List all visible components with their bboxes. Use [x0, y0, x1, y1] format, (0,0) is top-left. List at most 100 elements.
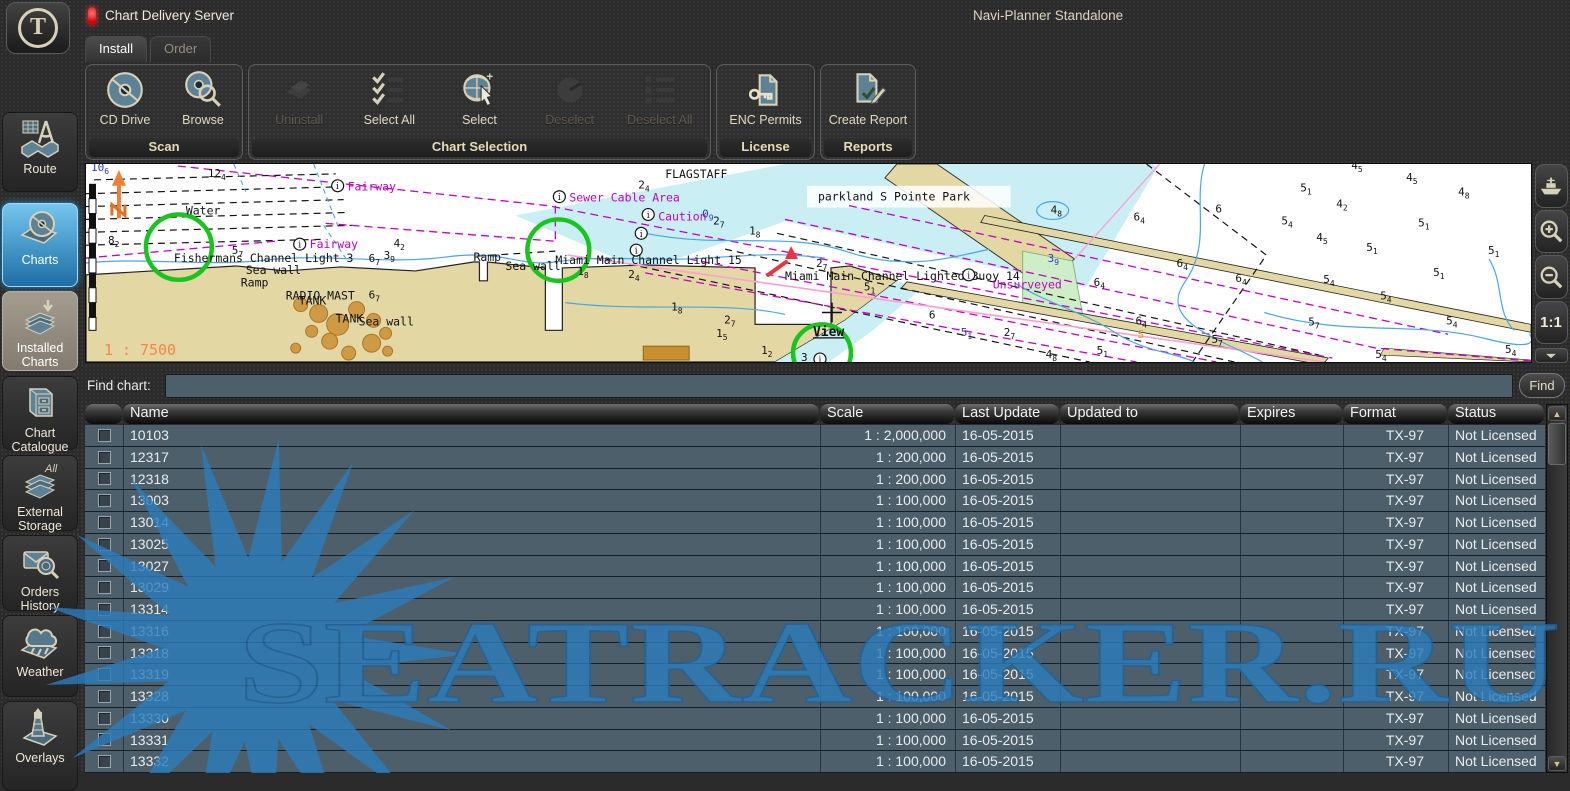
column-header-status[interactable]: Status	[1448, 404, 1544, 424]
column-header-scale[interactable]: Scale	[820, 404, 954, 424]
button-label: Deselect All	[620, 113, 700, 127]
column-header-updated-to[interactable]: Updated to	[1060, 404, 1239, 424]
find-chart-input[interactable]	[165, 374, 1513, 398]
table-row[interactable]: 123181 : 200,00016-05-2015TX-97Not Licen…	[85, 469, 1545, 491]
table-row[interactable]: 130141 : 100,00016-05-2015TX-97Not Licen…	[85, 512, 1545, 534]
ribbon-buttons: ENC Permits	[717, 65, 814, 138]
overlays-icon	[3, 705, 77, 751]
deselect-icon	[530, 68, 610, 112]
sidebar-item-overlays[interactable]: Overlays	[2, 701, 78, 791]
name-cell: 13029	[123, 577, 820, 598]
name-cell: 13027	[123, 556, 820, 577]
last-update-cell: 16-05-2015	[955, 469, 1060, 490]
sidebar-item-label: Charts	[3, 253, 77, 267]
table-row[interactable]: 133301 : 100,00016-05-2015TX-97Not Licen…	[85, 708, 1545, 730]
table-row[interactable]: 130031 : 100,00016-05-2015TX-97Not Licen…	[85, 490, 1545, 512]
sidebar-item-installed-charts[interactable]: Installed Charts	[2, 291, 78, 371]
depth-sounding: 6	[929, 308, 936, 321]
create-report-icon	[828, 68, 908, 112]
select-all-button[interactable]: Select All	[349, 68, 429, 127]
table-row[interactable]: 101031 : 2,000,00016-05-2015TX-97Not Lic…	[85, 425, 1545, 447]
tab-install[interactable]: Install	[85, 36, 147, 62]
row-checkbox[interactable]	[98, 625, 111, 638]
expires-cell	[1240, 512, 1343, 533]
map-label: Sewer Cable Area	[569, 191, 680, 205]
zoom-out-button[interactable]	[1535, 255, 1568, 299]
row-checkbox[interactable]	[98, 451, 111, 464]
row-checkbox[interactable]	[98, 712, 111, 725]
row-checkbox[interactable]	[98, 559, 111, 572]
cd-drive-button[interactable]: CD Drive	[86, 68, 164, 127]
chart-preview[interactable]: FairwayFairwaySewer Cable AreaCautionWat…	[85, 163, 1532, 363]
ribbon-group-chart-selection: UninstallSelect All+SelectDeselectDesele…	[248, 64, 711, 160]
table-row[interactable]: 133161 : 100,00016-05-2015TX-97Not Licen…	[85, 621, 1545, 643]
sidebar-item-orders-history[interactable]: Orders History	[2, 535, 78, 611]
table-row[interactable]: 133191 : 100,00016-05-2015TX-97Not Licen…	[85, 664, 1545, 686]
window-title: Chart Delivery Server	[105, 8, 234, 23]
tab-order[interactable]: Order	[150, 36, 211, 62]
updated-to-cell	[1060, 664, 1240, 685]
table-row[interactable]: 130291 : 100,00016-05-2015TX-97Not Licen…	[85, 577, 1545, 599]
enc-permits-icon	[726, 68, 806, 112]
column-header-last-update[interactable]: Last Update	[955, 404, 1059, 424]
table-scrollbar[interactable]: ▲ ▼	[1546, 404, 1568, 773]
row-checkbox[interactable]	[98, 690, 111, 703]
row-checkbox[interactable]	[98, 581, 111, 594]
enc-permits-button[interactable]: ENC Permits	[726, 68, 806, 127]
format-cell: TX-97	[1343, 425, 1448, 446]
column-header-expires[interactable]: Expires	[1240, 404, 1342, 424]
row-checkbox[interactable]	[98, 755, 111, 768]
format-cell: TX-97	[1343, 643, 1448, 664]
find-button[interactable]: Find	[1519, 373, 1565, 398]
scroll-thumb[interactable]	[1548, 423, 1566, 465]
name-cell: 13331	[123, 730, 820, 751]
expires-cell	[1240, 708, 1343, 729]
ship-button[interactable]	[1535, 164, 1568, 208]
table-row[interactable]: 133311 : 100,00016-05-2015TX-97Not Licen…	[85, 730, 1545, 752]
updated-to-cell	[1060, 469, 1240, 490]
column-header-select[interactable]	[85, 404, 122, 424]
column-header-name[interactable]: Name	[123, 404, 819, 424]
scroll-down-button[interactable]: ▼	[1548, 756, 1566, 771]
table-row[interactable]: 133281 : 100,00016-05-2015TX-97Not Licen…	[85, 686, 1545, 708]
row-checkbox[interactable]	[98, 538, 111, 551]
row-checkbox[interactable]	[98, 472, 111, 485]
row-checkbox[interactable]	[98, 516, 111, 529]
map-label: Water	[186, 204, 221, 218]
row-checkbox[interactable]	[98, 646, 111, 659]
sidebar-item-external-storage[interactable]: AllExternal Storage	[2, 455, 78, 531]
table-row[interactable]: 133181 : 100,00016-05-2015TX-97Not Licen…	[85, 643, 1545, 665]
create-report-button[interactable]: Create Report	[828, 68, 908, 127]
sidebar-item-weather[interactable]: Weather	[2, 615, 78, 697]
scroll-up-button[interactable]: ▲	[1548, 406, 1566, 421]
last-update-cell: 16-05-2015	[955, 730, 1060, 751]
table-row[interactable]: 123171 : 200,00016-05-2015TX-97Not Licen…	[85, 447, 1545, 469]
ribbon-buttons: Create Report	[821, 65, 915, 138]
zoom-in-button[interactable]	[1535, 210, 1568, 254]
group-label: Reports	[824, 138, 912, 157]
row-checkbox[interactable]	[98, 429, 111, 442]
table-row[interactable]: 130271 : 100,00016-05-2015TX-97Not Licen…	[85, 556, 1545, 578]
table-row[interactable]: 133141 : 100,00016-05-2015TX-97Not Licen…	[85, 599, 1545, 621]
row-checkbox[interactable]	[98, 668, 111, 681]
browse-button[interactable]: Browse	[164, 68, 242, 127]
app-logo[interactable]: T	[6, 2, 70, 54]
button-label: Create Report	[828, 113, 908, 127]
row-checkbox[interactable]	[98, 733, 111, 746]
sidebar-item-chart-catalogue[interactable]: Chart Catalogue	[2, 376, 78, 450]
row-checkbox[interactable]	[98, 494, 111, 507]
select-button[interactable]: +Select	[439, 68, 519, 127]
collapse-button[interactable]	[1535, 348, 1568, 363]
status-cell: Not Licensed	[1448, 469, 1545, 490]
row-checkbox[interactable]	[98, 603, 111, 616]
sidebar-item-charts[interactable]: Charts	[2, 203, 78, 287]
one-to-one-button[interactable]: 1:1	[1535, 301, 1568, 345]
column-header-format[interactable]: Format	[1343, 404, 1447, 424]
expires-cell	[1240, 686, 1343, 707]
sidebar-item-route[interactable]: Route	[2, 112, 78, 192]
table-row[interactable]: 133321 : 100,00016-05-2015TX-97Not Licen…	[85, 751, 1545, 773]
group-label: Chart Selection	[252, 138, 707, 157]
route-icon	[3, 116, 77, 162]
table-row[interactable]: 130251 : 100,00016-05-2015TX-97Not Licen…	[85, 534, 1545, 556]
svg-text:All: All	[44, 463, 58, 475]
